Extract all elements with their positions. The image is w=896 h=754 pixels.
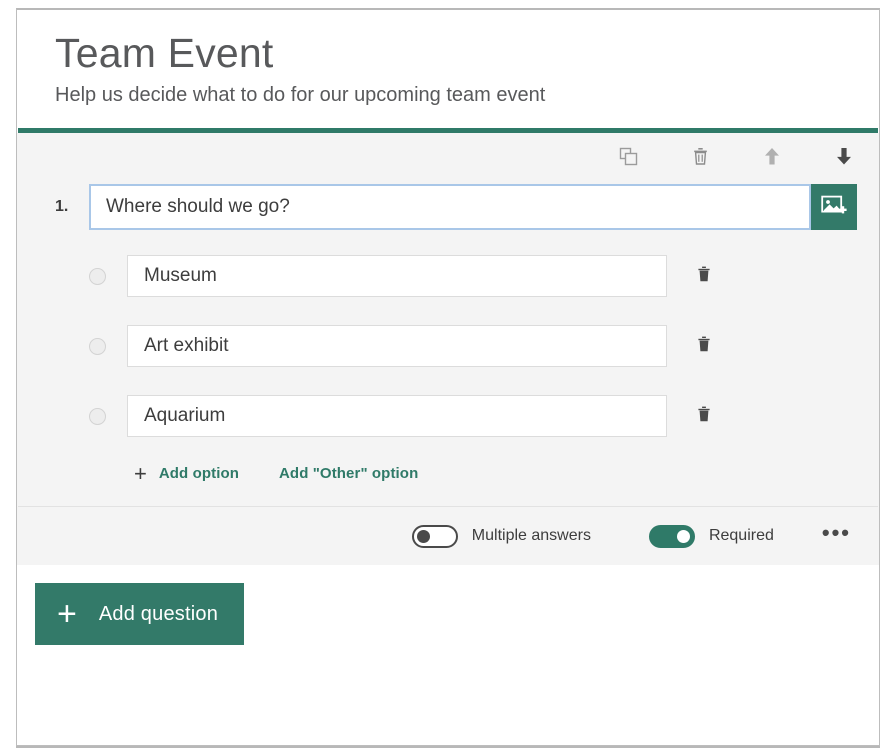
delete-question-button[interactable] — [687, 143, 713, 169]
plus-icon: + — [57, 599, 77, 629]
arrow-down-icon — [835, 146, 853, 166]
insert-image-icon — [821, 194, 847, 221]
arrow-up-icon — [763, 146, 781, 166]
move-question-up-button[interactable] — [759, 143, 785, 169]
option-input[interactable] — [127, 255, 667, 297]
option-input[interactable] — [127, 395, 667, 437]
option-input[interactable] — [127, 325, 667, 367]
move-question-down-button[interactable] — [831, 143, 857, 169]
add-option-button[interactable]: + Add option — [130, 459, 243, 488]
question-input-wrap — [89, 184, 857, 230]
required-toggle[interactable] — [649, 525, 695, 548]
option-radio[interactable] — [89, 268, 106, 285]
required-label: Required — [709, 527, 774, 545]
question-settings-bar: Multiple answers Required ••• — [17, 507, 879, 565]
form-header: Team Event Help us decide what to do for… — [17, 10, 879, 118]
add-other-option-label: Add "Other" option — [279, 465, 418, 482]
option-row — [17, 311, 879, 381]
question-number: 1. — [55, 198, 89, 216]
options-list — [17, 235, 879, 451]
delete-option-button[interactable] — [691, 263, 717, 289]
trash-icon — [696, 335, 712, 358]
delete-option-button[interactable] — [691, 403, 717, 429]
option-row — [17, 381, 879, 451]
page-title: Team Event — [55, 28, 851, 78]
option-radio[interactable] — [89, 338, 106, 355]
trash-icon — [696, 265, 712, 288]
plus-icon: + — [134, 466, 147, 482]
add-option-label: Add option — [159, 465, 239, 482]
toggle-knob — [677, 530, 690, 543]
multiple-answers-group: Multiple answers — [412, 525, 591, 548]
option-row — [17, 241, 879, 311]
app-frame: Team Event Help us decide what to do for… — [16, 8, 880, 746]
trash-icon — [691, 146, 710, 166]
required-group: Required — [649, 525, 774, 548]
form-subtitle: Help us decide what to do for our upcomi… — [55, 82, 851, 108]
question-toolbar — [17, 133, 879, 179]
add-option-row: + Add option Add "Other" option — [17, 451, 879, 506]
add-question-area: + Add question — [17, 565, 879, 653]
trash-icon — [696, 405, 712, 428]
multiple-answers-label: Multiple answers — [472, 527, 591, 545]
copy-question-button[interactable] — [615, 143, 641, 169]
toggle-knob — [417, 530, 430, 543]
delete-option-button[interactable] — [691, 333, 717, 359]
add-other-option-button[interactable]: Add "Other" option — [269, 459, 428, 488]
multiple-answers-toggle[interactable] — [412, 525, 458, 548]
insert-image-button[interactable] — [811, 184, 857, 230]
add-question-button[interactable]: + Add question — [35, 583, 244, 645]
add-question-label: Add question — [99, 603, 218, 626]
question-title-row: 1. — [17, 179, 879, 235]
option-radio[interactable] — [89, 408, 106, 425]
copy-icon — [619, 147, 638, 166]
forms-editor-screen: Team Event Help us decide what to do for… — [0, 0, 896, 754]
question-card: 1. — [17, 133, 879, 565]
more-options-button[interactable]: ••• — [818, 520, 855, 552]
question-title-input[interactable] — [89, 184, 811, 230]
window-bottom-edge — [16, 746, 880, 748]
